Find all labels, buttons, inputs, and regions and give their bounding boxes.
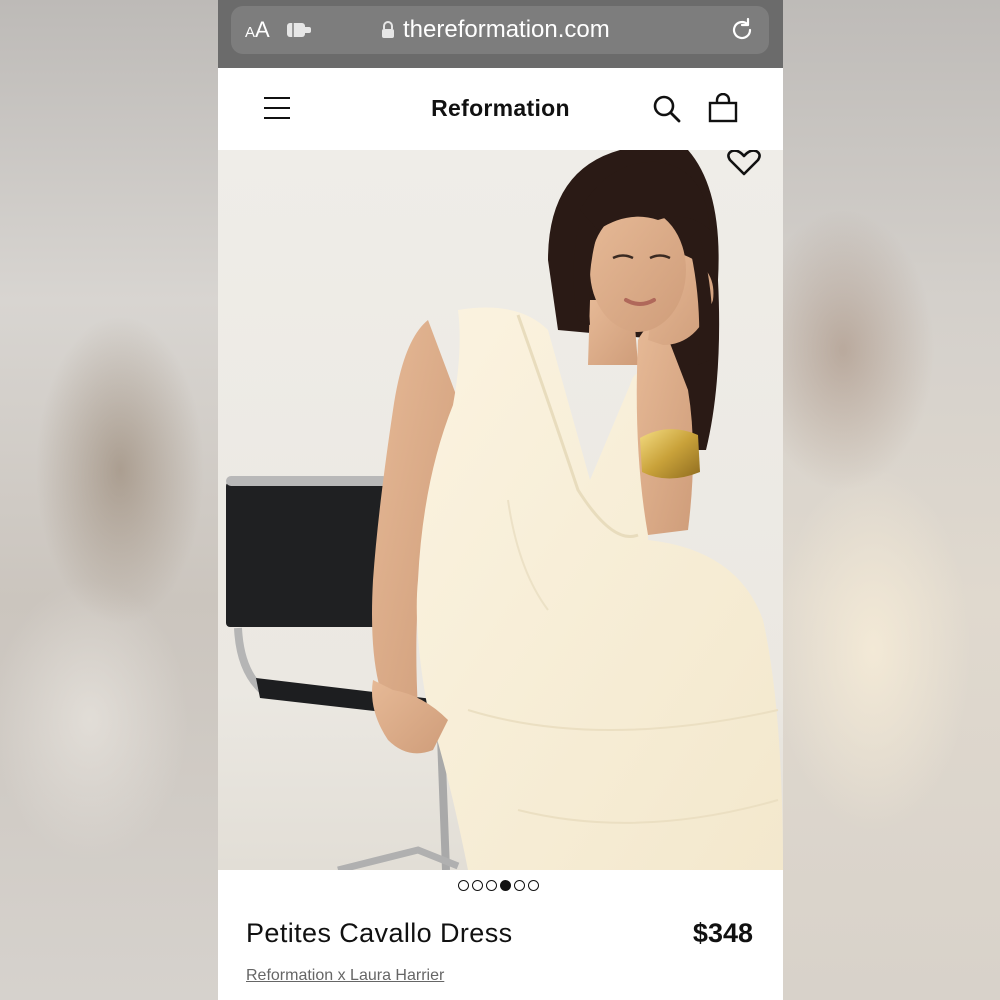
phone-screen: AA thereformation.com Reformation Petite… — [218, 0, 783, 1000]
heart-icon[interactable] — [726, 150, 762, 178]
background-left — [0, 0, 218, 1000]
collaboration-link[interactable]: Reformation x Laura Harrier — [246, 967, 444, 985]
shopping-bag-icon[interactable] — [708, 93, 738, 123]
address-bar[interactable]: AA thereformation.com — [231, 6, 769, 54]
url-display[interactable]: thereformation.com — [381, 16, 610, 44]
product-image[interactable] — [218, 150, 783, 870]
text-size-icon[interactable]: AA — [245, 17, 270, 43]
extension-icon[interactable] — [286, 20, 312, 40]
pagination-dot[interactable] — [486, 880, 497, 891]
browser-toolbar: AA thereformation.com — [218, 0, 783, 68]
reload-icon[interactable] — [729, 17, 755, 43]
lock-icon — [382, 21, 394, 38]
product-price: $348 — [692, 918, 753, 948]
pagination-dot[interactable] — [528, 880, 539, 891]
image-pagination — [458, 880, 539, 891]
pagination-dot[interactable] — [458, 880, 469, 891]
pagination-dot[interactable] — [514, 880, 525, 891]
site-header: Reformation — [218, 68, 783, 150]
pagination-dot-active[interactable] — [500, 880, 511, 891]
url-text: thereformation.com — [403, 16, 610, 43]
brand-logo[interactable]: Reformation — [218, 95, 783, 122]
pagination-dot[interactable] — [472, 880, 483, 891]
background-right — [783, 0, 1000, 1000]
search-icon[interactable] — [652, 94, 682, 124]
model-photo-illustration — [218, 150, 783, 870]
product-title: Petites Cavallo Dress — [246, 918, 513, 948]
